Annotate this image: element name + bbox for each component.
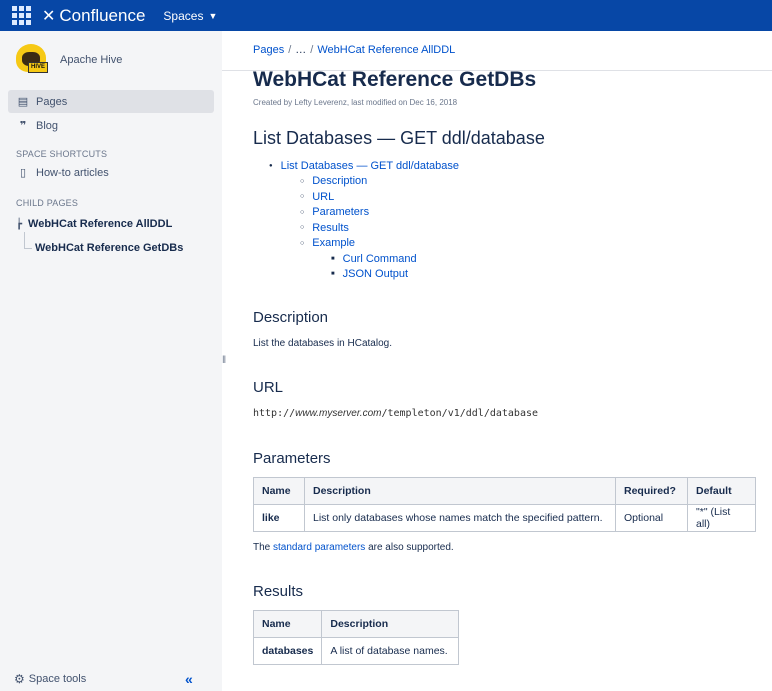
space-shortcuts-heading: SPACE SHORTCUTS [16, 149, 108, 159]
note-text-pre: The [253, 542, 274, 553]
breadcrumb-item-parent[interactable]: WebHCat Reference AllDDL [317, 44, 455, 56]
endpoint-url: http://www.myserver.com/templeton/v1/ddl… [253, 408, 538, 419]
table-header-row: Name Description [252, 610, 460, 638]
url-prefix: http:// [253, 408, 296, 419]
space-tools-label: Space tools [28, 673, 87, 685]
quote-icon: ❞ [19, 120, 27, 132]
toc-link[interactable]: Description [312, 175, 367, 187]
parameters-table: Name Description Required? Default like … [253, 477, 756, 532]
results-table: Name Description databases A list of dat… [252, 610, 460, 665]
table-row: like List only databases whose names mat… [253, 504, 756, 532]
toc-item: Description [300, 174, 459, 190]
table-cell: List only databases whose names match th… [304, 504, 616, 532]
table-header-row: Name Description Required? Default [253, 477, 756, 505]
space-header: HIVE Apache Hive [14, 44, 122, 76]
table-cell: A list of database names. [321, 637, 460, 665]
note-text-post: are also supported. [365, 542, 454, 553]
top-navigation-bar: ✕ Confluence Spaces ▼ [0, 0, 772, 31]
confluence-logo[interactable]: ✕ Confluence [42, 6, 145, 26]
space-name[interactable]: Apache Hive [60, 54, 122, 66]
sidebar-item-label: Pages [36, 95, 68, 108]
parameters-note: The standard parameters are also support… [253, 542, 454, 553]
table-cell: databases [252, 637, 323, 665]
toc-item: Example [300, 236, 459, 252]
column-header: Default [687, 477, 756, 505]
breadcrumb-separator: / [288, 44, 292, 56]
results-heading: Results [253, 583, 304, 600]
collapse-sidebar-icon[interactable]: « [185, 671, 193, 687]
column-header: Description [304, 477, 616, 505]
column-header: Name [252, 610, 323, 638]
tree-connector [24, 232, 32, 249]
toc-link[interactable]: URL [312, 191, 334, 203]
pages-icon: ▤ [17, 96, 29, 108]
toc-link[interactable]: JSON Output [343, 268, 408, 280]
parameters-heading: Parameters [253, 450, 331, 467]
table-cell: Optional [615, 504, 688, 532]
breadcrumb: Pages / … / WebHCat Reference AllDDL [253, 44, 455, 56]
toc-item: URL [300, 189, 459, 205]
page-tree-icon: ┢ [16, 218, 23, 230]
sidebar-item-blog[interactable]: ❞ Blog [8, 114, 214, 137]
toc-item: Results [300, 220, 459, 236]
breadcrumb-item-ellipsis[interactable]: … [295, 44, 306, 56]
url-host: www.myserver.com [295, 408, 382, 419]
child-pages-heading: CHILD PAGES [16, 198, 79, 208]
app-name: Confluence [59, 5, 146, 25]
column-header: Name [253, 477, 305, 505]
toc-item: Parameters [300, 205, 459, 221]
url-path: /templeton/v1/ddl/database [381, 408, 539, 419]
toc-link[interactable]: List Databases — GET ddl/database [281, 160, 459, 172]
table-of-contents: List Databases — GET ddl/database Descri… [253, 158, 459, 282]
table-cell: like [253, 504, 305, 532]
page-byline: Created by Lefty Leverenz, last modified… [253, 98, 458, 107]
toc-link[interactable]: Curl Command [343, 253, 417, 265]
app-switcher-icon[interactable] [12, 5, 32, 26]
gear-icon: ⚙ [14, 672, 25, 686]
child-page-current[interactable]: WebHCat Reference GetDBs [35, 242, 183, 254]
table-row: databases A list of database names. [252, 637, 460, 665]
toc-link[interactable]: Parameters [312, 206, 369, 218]
toc-item: JSON Output [331, 267, 459, 283]
confluence-mark-icon: ✕ [42, 7, 56, 25]
column-header: Required? [615, 477, 688, 505]
toc-item: List Databases — GET ddl/database [269, 158, 459, 174]
spaces-dropdown[interactable]: Spaces ▼ [163, 9, 217, 23]
spaces-label: Spaces [163, 8, 204, 23]
space-logo[interactable]: HIVE [14, 44, 52, 76]
description-text: List the databases in HCatalog. [253, 338, 392, 349]
hive-logo-label: HIVE [28, 62, 48, 73]
child-page-parent-label: WebHCat Reference AllDDL [28, 218, 173, 230]
column-header: Description [321, 610, 460, 638]
description-heading: Description [253, 309, 329, 326]
space-tools-button[interactable]: ⚙ Space tools [14, 672, 86, 686]
sidebar: HIVE Apache Hive ▤ Pages ❞ Blog SPACE SH… [0, 31, 222, 691]
sidebar-item-pages[interactable]: ▤ Pages [8, 90, 214, 113]
table-cell: "*" (List all) [687, 504, 756, 532]
toc-link[interactable]: Results [312, 222, 349, 234]
url-heading: URL [253, 379, 284, 396]
page-title: WebHCat Reference GetDBs [253, 68, 537, 91]
chevron-down-icon: ▼ [208, 10, 218, 21]
standard-parameters-link[interactable]: standard parameters [273, 542, 365, 553]
child-page-parent[interactable]: ┢ WebHCat Reference AllDDL [16, 218, 172, 230]
main-content: Pages / … / WebHCat Reference AllDDL Web… [222, 31, 772, 691]
section-heading-main: List Databases — GET ddl/database [253, 128, 545, 148]
breadcrumb-item-pages[interactable]: Pages [253, 44, 284, 56]
sidebar-item-label: Blog [36, 119, 59, 132]
toc-item: Curl Command [331, 251, 459, 267]
toc-link[interactable]: Example [312, 237, 355, 249]
sidebar-item-how-to-articles[interactable]: ▯ How-to articles [8, 161, 214, 184]
breadcrumb-separator: / [310, 44, 314, 56]
sidebar-item-label: How-to articles [36, 166, 109, 179]
document-icon: ▯ [19, 167, 27, 179]
